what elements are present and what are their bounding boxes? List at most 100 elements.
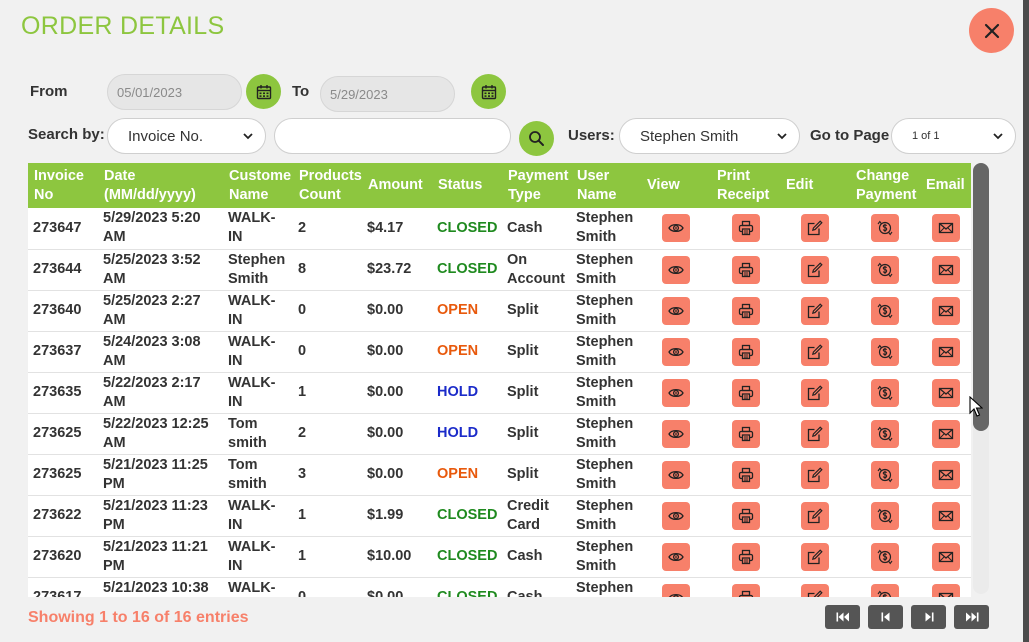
- cell-customer: WALK-IN: [223, 372, 293, 414]
- edit-icon: [807, 343, 823, 359]
- edit-button[interactable]: [801, 378, 829, 407]
- email-button[interactable]: [931, 419, 960, 448]
- last-page-button[interactable]: [954, 605, 989, 629]
- table-row: 273647 5/29/2023 5:20 AM WALK-IN 2 $4.17 CLOS…: [28, 208, 971, 250]
- from-date-input[interactable]: 05/01/2023: [107, 74, 242, 110]
- first-page-button[interactable]: [825, 605, 860, 629]
- edit-button[interactable]: [801, 583, 829, 597]
- edit-icon: [807, 466, 823, 482]
- change-button[interactable]: [871, 214, 899, 243]
- email-button[interactable]: [931, 255, 960, 284]
- view-button[interactable]: [662, 419, 690, 448]
- eye-icon: [668, 388, 684, 397]
- to-date-input[interactable]: 5/29/2023: [320, 76, 455, 112]
- change-button[interactable]: [871, 255, 899, 284]
- view-button[interactable]: [662, 255, 690, 284]
- calendar-icon: [256, 84, 271, 99]
- printer-icon: [738, 426, 753, 441]
- email-button[interactable]: [931, 378, 960, 407]
- edit-icon: [807, 384, 823, 400]
- print-button[interactable]: [731, 460, 760, 489]
- edit-button[interactable]: [801, 296, 829, 325]
- goto-page-select[interactable]: 1 of 1: [891, 118, 1016, 154]
- to-calendar-button[interactable]: [471, 74, 506, 109]
- cell-invoice: 273635: [28, 372, 98, 414]
- cell-invoice: 273640: [28, 290, 98, 332]
- cell-print: [711, 495, 780, 537]
- cell-payment: Split: [502, 331, 571, 373]
- change-payment-icon: [877, 590, 892, 597]
- print-button[interactable]: [731, 542, 760, 571]
- cell-user: Stephen Smith: [571, 208, 641, 250]
- envelope-icon: [938, 592, 953, 597]
- edit-button[interactable]: [801, 337, 829, 366]
- email-button[interactable]: [931, 583, 960, 597]
- print-button[interactable]: [731, 378, 760, 407]
- email-button[interactable]: [931, 296, 960, 325]
- change-payment-icon: [877, 303, 893, 318]
- cell-email: [920, 536, 971, 578]
- edit-button[interactable]: [801, 542, 829, 571]
- cell-date: 5/21/2023 10:38 PM: [98, 577, 223, 597]
- table-scrollbar[interactable]: [973, 163, 989, 594]
- change-button[interactable]: [871, 583, 899, 597]
- email-button[interactable]: [931, 501, 960, 530]
- prev-page-button[interactable]: [868, 605, 903, 629]
- edit-button[interactable]: [801, 419, 829, 448]
- print-button[interactable]: [731, 501, 760, 530]
- view-button[interactable]: [662, 583, 690, 597]
- email-button[interactable]: [931, 542, 960, 571]
- users-select[interactable]: Stephen Smith: [619, 118, 800, 154]
- view-button[interactable]: [662, 214, 690, 243]
- change-button[interactable]: [871, 296, 899, 325]
- change-button[interactable]: [871, 378, 899, 407]
- search-button[interactable]: [519, 121, 554, 156]
- view-button[interactable]: [662, 378, 690, 407]
- cell-print: [711, 249, 780, 291]
- edit-button[interactable]: [801, 460, 829, 489]
- print-button[interactable]: [731, 419, 760, 448]
- print-button[interactable]: [731, 337, 760, 366]
- cell-user: Stephen Smith: [571, 372, 641, 414]
- column-header-invoice: Invoice No: [28, 163, 98, 208]
- print-button[interactable]: [731, 296, 760, 325]
- search-input[interactable]: [274, 118, 511, 154]
- from-calendar-button[interactable]: [246, 74, 281, 109]
- edit-icon: [807, 507, 823, 523]
- printer-icon: [738, 590, 753, 597]
- edit-button[interactable]: [801, 255, 829, 284]
- print-button[interactable]: [731, 255, 760, 284]
- view-button[interactable]: [662, 296, 690, 325]
- change-button[interactable]: [871, 337, 899, 366]
- change-payment-icon: [877, 426, 893, 441]
- print-button[interactable]: [731, 214, 760, 243]
- cell-view: [641, 208, 711, 250]
- change-button[interactable]: [871, 501, 899, 530]
- column-header-print: Print Receipt: [711, 163, 780, 208]
- edit-button[interactable]: [801, 214, 829, 243]
- change-button[interactable]: [871, 542, 899, 571]
- email-button[interactable]: [931, 214, 960, 243]
- search-by-select[interactable]: Invoice No.: [107, 118, 266, 154]
- email-button[interactable]: [931, 460, 960, 489]
- change-button[interactable]: [871, 460, 899, 489]
- view-button[interactable]: [662, 501, 690, 530]
- edit-button[interactable]: [801, 501, 829, 530]
- next-page-button[interactable]: [911, 605, 946, 629]
- view-button[interactable]: [662, 337, 690, 366]
- close-button[interactable]: [969, 8, 1014, 53]
- cell-print: [711, 536, 780, 578]
- cell-count: 0: [293, 290, 362, 332]
- scrollbar-thumb[interactable]: [973, 163, 989, 431]
- print-button[interactable]: [731, 583, 760, 597]
- chevron-down-icon: [993, 133, 1003, 140]
- cell-user: Stephen Smith: [571, 290, 641, 332]
- cell-customer: WALK-IN: [223, 208, 293, 250]
- view-button[interactable]: [662, 460, 690, 489]
- table-row: 273620 5/21/2023 11:21 PM WALK-IN 1 $10.00 CL…: [28, 536, 971, 578]
- change-button[interactable]: [871, 419, 899, 448]
- cell-payment: Split: [502, 454, 571, 496]
- view-button[interactable]: [662, 542, 690, 571]
- cell-change: [850, 413, 920, 455]
- email-button[interactable]: [931, 337, 960, 366]
